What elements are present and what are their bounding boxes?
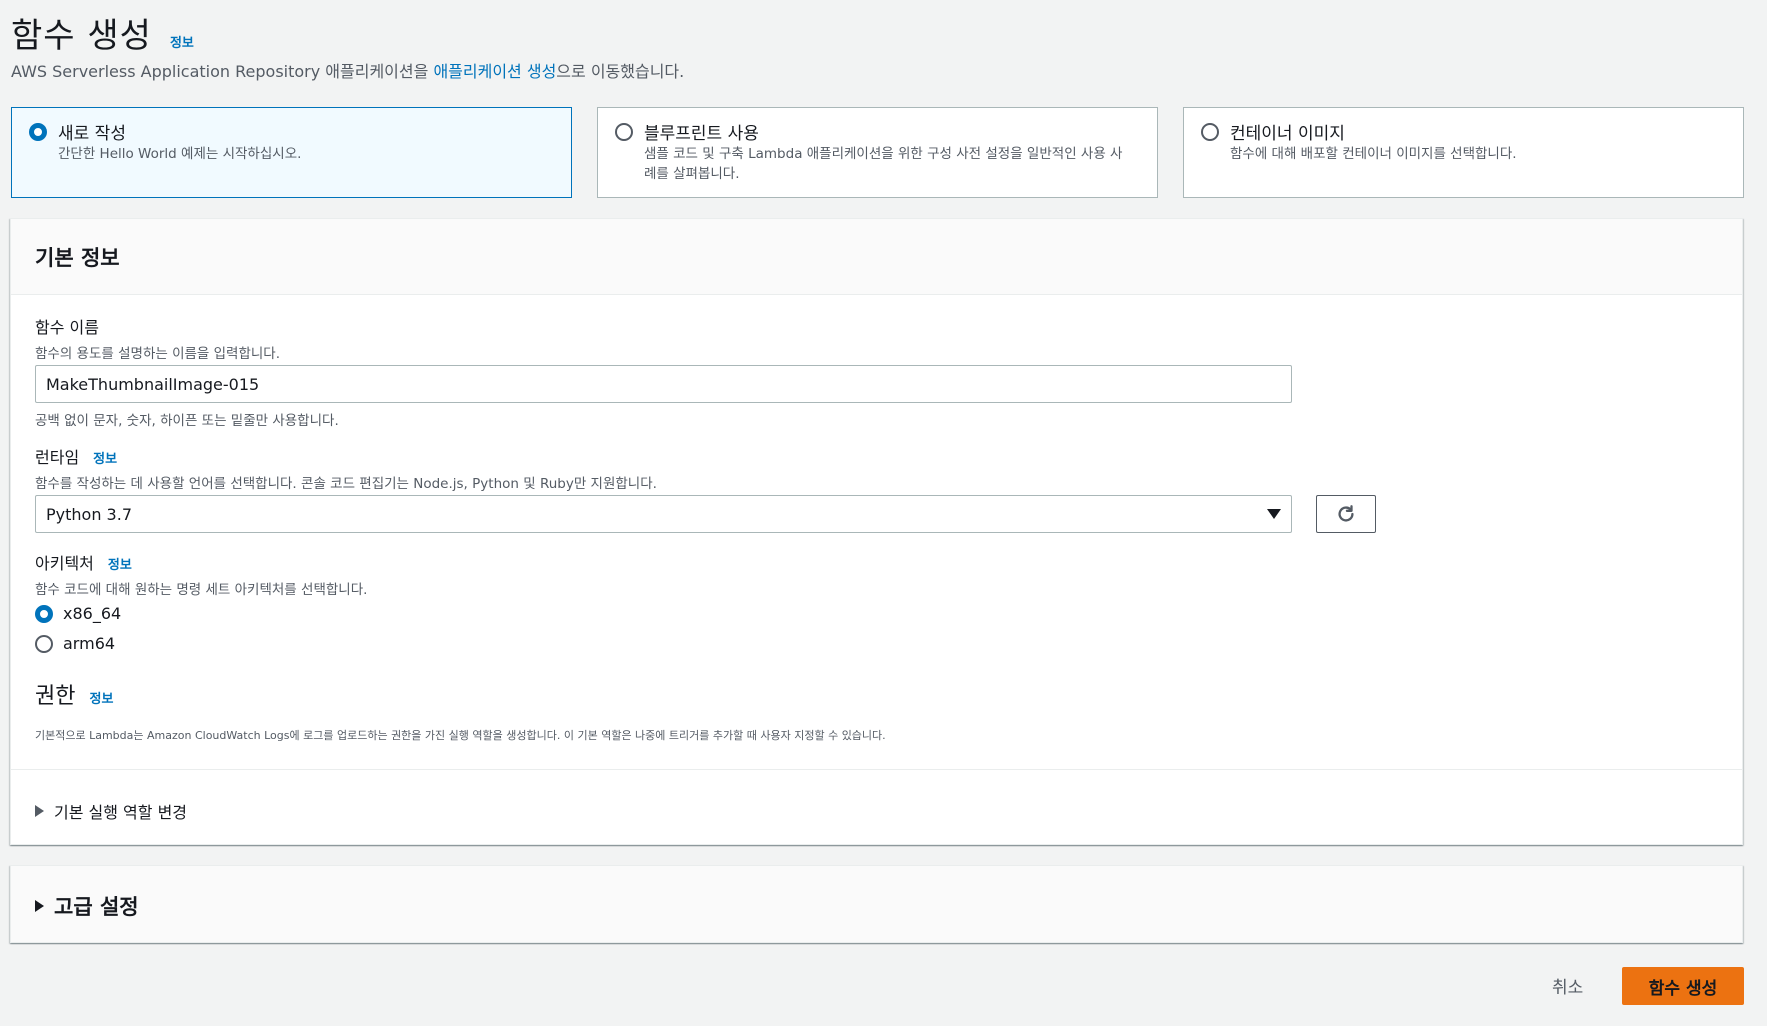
runtime-select[interactable]: Python 3.7 — [35, 495, 1292, 533]
architecture-desc: 함수 코드에 대해 원하는 명령 세트 아키텍처를 선택합니다. — [35, 582, 368, 598]
option-title: 새로 작성 — [58, 124, 126, 144]
radio-x86[interactable] — [35, 604, 53, 623]
page-subtitle: AWS Serverless Application Repository 애플… — [11, 58, 684, 82]
basic-info-panel: 기본 정보 함수 이름 함수의 용도를 설명하는 이름을 입력합니다. 공백 없… — [10, 218, 1743, 845]
permissions-info-link[interactable]: 정보 — [89, 688, 113, 707]
subtitle-suffix: 으로 이동했습니다. — [556, 62, 685, 81]
arm64-label: arm64 — [63, 634, 116, 653]
architecture-option-arm64[interactable]: arm64 — [35, 634, 115, 653]
advanced-settings-expander[interactable]: 고급 설정 — [35, 891, 139, 921]
basic-info-header: 기본 정보 — [11, 219, 1742, 295]
architecture-field: 아키텍처 정보 함수 코드에 대해 원하는 명령 세트 아키텍처를 선택합니다. — [35, 550, 367, 598]
caret-down-icon — [1267, 509, 1281, 519]
refresh-icon — [1338, 505, 1354, 522]
create-function-button[interactable]: 함수 생성 — [1622, 967, 1744, 1005]
change-execution-role-expander[interactable]: 기본 실행 역할 변경 — [35, 799, 187, 823]
x86-label: x86_64 — [63, 604, 122, 623]
runtime-selected-value: Python 3.7 — [46, 504, 132, 524]
option-container-image[interactable]: 컨테이너 이미지 함수에 대해 배포할 컨테이너 이미지를 선택합니다. — [1183, 107, 1744, 198]
title-row: 함수 생성 정보 — [11, 8, 194, 57]
architecture-info-link[interactable]: 정보 — [108, 554, 132, 573]
option-desc: 함수에 대해 배포할 컨테이너 이미지를 선택합니다. — [1230, 146, 1517, 162]
caret-right-icon — [35, 805, 44, 817]
page-title: 함수 생성 — [11, 16, 152, 56]
runtime-label: 런타임 정보 — [35, 448, 118, 467]
caret-right-icon — [35, 900, 44, 912]
divider — [11, 769, 1742, 770]
radio-container-image[interactable] — [1201, 123, 1219, 141]
advanced-settings-label: 고급 설정 — [54, 895, 139, 919]
refresh-runtime-button[interactable] — [1316, 495, 1376, 533]
create-application-link[interactable]: 애플리케이션 생성 — [433, 62, 556, 81]
option-desc: 샘플 코드 및 구축 Lambda 애플리케이션을 위한 구성 사전 설정을 일… — [644, 146, 1123, 182]
permissions-heading: 권한 정보 — [35, 684, 114, 709]
permissions-desc: 기본적으로 Lambda는 Amazon CloudWatch Logs에 로그… — [35, 729, 886, 742]
option-title: 블루프린트 사용 — [644, 124, 759, 144]
option-title: 컨테이너 이미지 — [1230, 124, 1345, 144]
creation-option-tiles: 새로 작성 간단한 Hello World 예제는 시작하십시오. 블루프린트 … — [11, 107, 1744, 198]
architecture-option-x86[interactable]: x86_64 — [35, 604, 121, 623]
create-function-page: 함수 생성 정보 AWS Serverless Application Repo… — [0, 0, 1767, 1026]
cancel-button[interactable]: 취소 — [1552, 973, 1583, 998]
change-execution-role-label: 기본 실행 역할 변경 — [54, 803, 188, 822]
runtime-info-link[interactable]: 정보 — [93, 448, 117, 467]
runtime-field: 런타임 정보 함수를 작성하는 데 사용할 언어를 선택합니다. 콘솔 코드 편집… — [35, 444, 657, 492]
subtitle-prefix: AWS Serverless Application Repository 애플… — [11, 62, 434, 81]
radio-arm64[interactable] — [35, 634, 53, 653]
function-name-field: 함수 이름 함수의 용도를 설명하는 이름을 입력합니다. — [35, 314, 280, 362]
function-name-constraint: 공백 없이 문자, 숫자, 하이픈 또는 밑줄만 사용합니다. — [35, 413, 339, 429]
function-name-desc: 함수의 용도를 설명하는 이름을 입력합니다. — [35, 346, 281, 362]
function-name-label: 함수 이름 — [35, 318, 99, 337]
architecture-label: 아키텍처 정보 — [35, 554, 132, 573]
option-desc: 간단한 Hello World 예제는 시작하십시오. — [58, 146, 302, 162]
function-name-input[interactable] — [35, 365, 1292, 403]
title-info-link[interactable]: 정보 — [170, 32, 194, 51]
basic-info-heading: 기본 정보 — [35, 245, 120, 270]
option-use-blueprint[interactable]: 블루프린트 사용 샘플 코드 및 구축 Lambda 애플리케이션을 위한 구성… — [597, 107, 1158, 198]
radio-use-blueprint[interactable] — [615, 123, 633, 141]
radio-author-from-scratch[interactable] — [29, 123, 47, 141]
option-author-from-scratch[interactable]: 새로 작성 간단한 Hello World 예제는 시작하십시오. — [11, 107, 572, 198]
advanced-settings-panel: 고급 설정 — [10, 865, 1743, 943]
runtime-desc: 함수를 작성하는 데 사용할 언어를 선택합니다. 콘솔 코드 편집기는 Nod… — [35, 476, 657, 492]
